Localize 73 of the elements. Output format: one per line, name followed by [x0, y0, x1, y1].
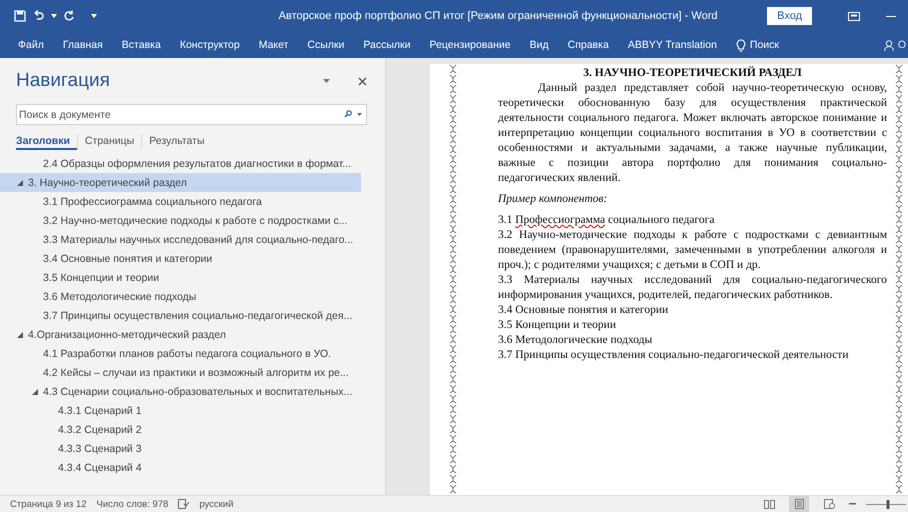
ribbon-tab[interactable]: Ссылки	[307, 39, 344, 51]
save-icon[interactable]	[14, 10, 26, 22]
ribbon-tab[interactable]: ABBYY Translation	[628, 39, 717, 51]
zoom-slider-thumb[interactable]	[886, 500, 890, 508]
section-heading: 3. НАУЧНО-ТЕОРЕТИЧЕСКИЙ РАЗДЕЛ	[582, 66, 803, 81]
expand-triangle-icon[interactable]	[17, 180, 23, 186]
caret-icon[interactable]	[323, 79, 330, 83]
book-icon	[764, 500, 774, 508]
outline-item[interactable]: 4.3.4 Сценарий 4	[0, 458, 361, 477]
ribbon-tab[interactable]: Главная	[62, 39, 103, 51]
word-count[interactable]: Число слов: 978	[96, 498, 168, 510]
outline-item[interactable]: 3.2 Научно-методические подходы к работе с подростками с...	[0, 211, 361, 230]
pane-tab[interactable]: Заголовки	[16, 135, 77, 150]
outline-item[interactable]: 4.1 Разработки планов работы педагога социального в УО.	[0, 344, 361, 363]
person-icon	[884, 40, 894, 50]
undo-icon[interactable]	[32, 10, 45, 22]
list-item: 3.7 Принципы осуществления социально-педагогической деятельности	[498, 348, 850, 363]
share-button[interactable]: О	[884, 39, 906, 51]
pane-tab[interactable]: Результаты	[141, 135, 212, 150]
outline-item[interactable]: 3. Научно-теоретический раздел	[0, 173, 361, 192]
ribbon-display-icon[interactable]	[848, 12, 860, 20]
outline-item[interactable]: 3.3 Материалы научных исследований для социально-педаго...	[0, 230, 361, 249]
ribbon-tab[interactable]: Файл	[18, 39, 44, 51]
outline-item[interactable]: 3.4 Основные понятия и категории	[0, 249, 361, 268]
ribbon-tab[interactable]: Рецензирование	[430, 39, 511, 51]
search-field[interactable]: Поиск в документе	[16, 104, 367, 125]
list-item: 3.5 Концепции и теории	[498, 318, 617, 333]
example-label: Пример компонентов:	[498, 192, 608, 207]
outline-item[interactable]: 4.3.3 Сценарий 3	[0, 439, 361, 458]
outline-item[interactable]: 4.3.1 Сценарий 1	[0, 401, 361, 420]
ribbon-tab[interactable]: Справка	[568, 39, 609, 51]
ribbon-tab[interactable]: Конструктор	[180, 39, 240, 51]
outline-item[interactable]: 4.3 Сценарии социально-образовательных и воспитательных...	[0, 382, 361, 401]
outline-item[interactable]: 3.6 Методологические подходы	[0, 287, 361, 306]
list-item: 3.1 Профессиограмма социального педагога	[498, 213, 716, 228]
outline-item[interactable]: 3.7 Принципы осуществления социально-педагогической дея...	[0, 306, 361, 325]
list-item: 3.2 Научно-методические подходы к работе с подростками с девиантным поведением (правонарушителями, замеченными в употреблении алкоголя и проч.); с родителями учащихся; с детьми в СОП и др.	[498, 228, 887, 273]
window-title: Авторское проф портфолио СП итог [Режим ограниченной функциональности] - Word	[278, 10, 718, 22]
language-label[interactable]: русский	[199, 498, 234, 510]
sign-in-button[interactable]: Вход	[767, 7, 812, 25]
outline-item[interactable]: 3.1 Профессиограмма социального педагога	[0, 192, 361, 211]
lightbulb-icon	[736, 38, 746, 52]
page-icon	[794, 499, 804, 509]
print-mode-button[interactable]	[789, 496, 809, 512]
outline-item[interactable]: 2.4 Образцы оформления результатов диагностики в формат...	[0, 154, 361, 173]
redo-icon[interactable]	[63, 10, 75, 22]
outline-item[interactable]: 3.5 Концепции и теории	[0, 268, 361, 287]
outline-item[interactable]: 4.2 Кейсы – случаи из практики и возможный алгоритм их ре...	[0, 363, 361, 382]
outline-item[interactable]: 4.Организационно-методический раздел	[0, 325, 361, 344]
expand-triangle-icon[interactable]	[17, 332, 23, 338]
ribbon-tab[interactable]: Рассылки	[363, 39, 411, 51]
caret-icon[interactable]	[357, 113, 362, 116]
ribbon-tab[interactable]: Макет	[258, 39, 288, 51]
ribbon-tab[interactable]: Вставка	[122, 39, 161, 51]
page-count[interactable]: Страница 9 из 12	[10, 498, 86, 510]
pane-tab[interactable]: Страницы	[76, 135, 142, 150]
caret-icon[interactable]	[51, 14, 57, 18]
tell-me-label: Поиск	[750, 39, 780, 51]
list-item: 3.3 Материалы научных исследований для социально-педагогического информирования учащихся, родителей, педагогических работников.	[498, 273, 887, 303]
caret-icon[interactable]	[91, 14, 97, 18]
body-paragraph: Данный раздел представляет собой научно-теоретическую основу, теоретически обоснованную базу для осуществления практической деятельности социального педагога. Может включать авторское понимание и интерпретацию концепции социального воспитания в УО в соответствии с особенностями и актуальными задачами, а также научные публикации, важные с позиции автора портфолио для понимания социально-педагогических явлений.	[498, 81, 887, 186]
list-item: 3.4 Основные понятия и категории	[498, 303, 670, 318]
proofing-icon[interactable]	[178, 499, 190, 509]
pane-title: Навигация	[16, 70, 111, 92]
outline-item[interactable]: 4.3.2 Сценарий 2	[0, 420, 361, 439]
tell-me-search[interactable]: Поиск	[736, 38, 780, 52]
search-icon[interactable]	[344, 110, 352, 118]
expand-triangle-icon[interactable]	[32, 388, 38, 394]
close-icon[interactable]	[358, 76, 367, 86]
share-label: О	[898, 39, 906, 51]
list-item: 3.6 Методологические подходы	[498, 333, 654, 348]
ribbon-tab[interactable]: Вид	[530, 39, 549, 51]
web-page-icon	[824, 499, 834, 509]
